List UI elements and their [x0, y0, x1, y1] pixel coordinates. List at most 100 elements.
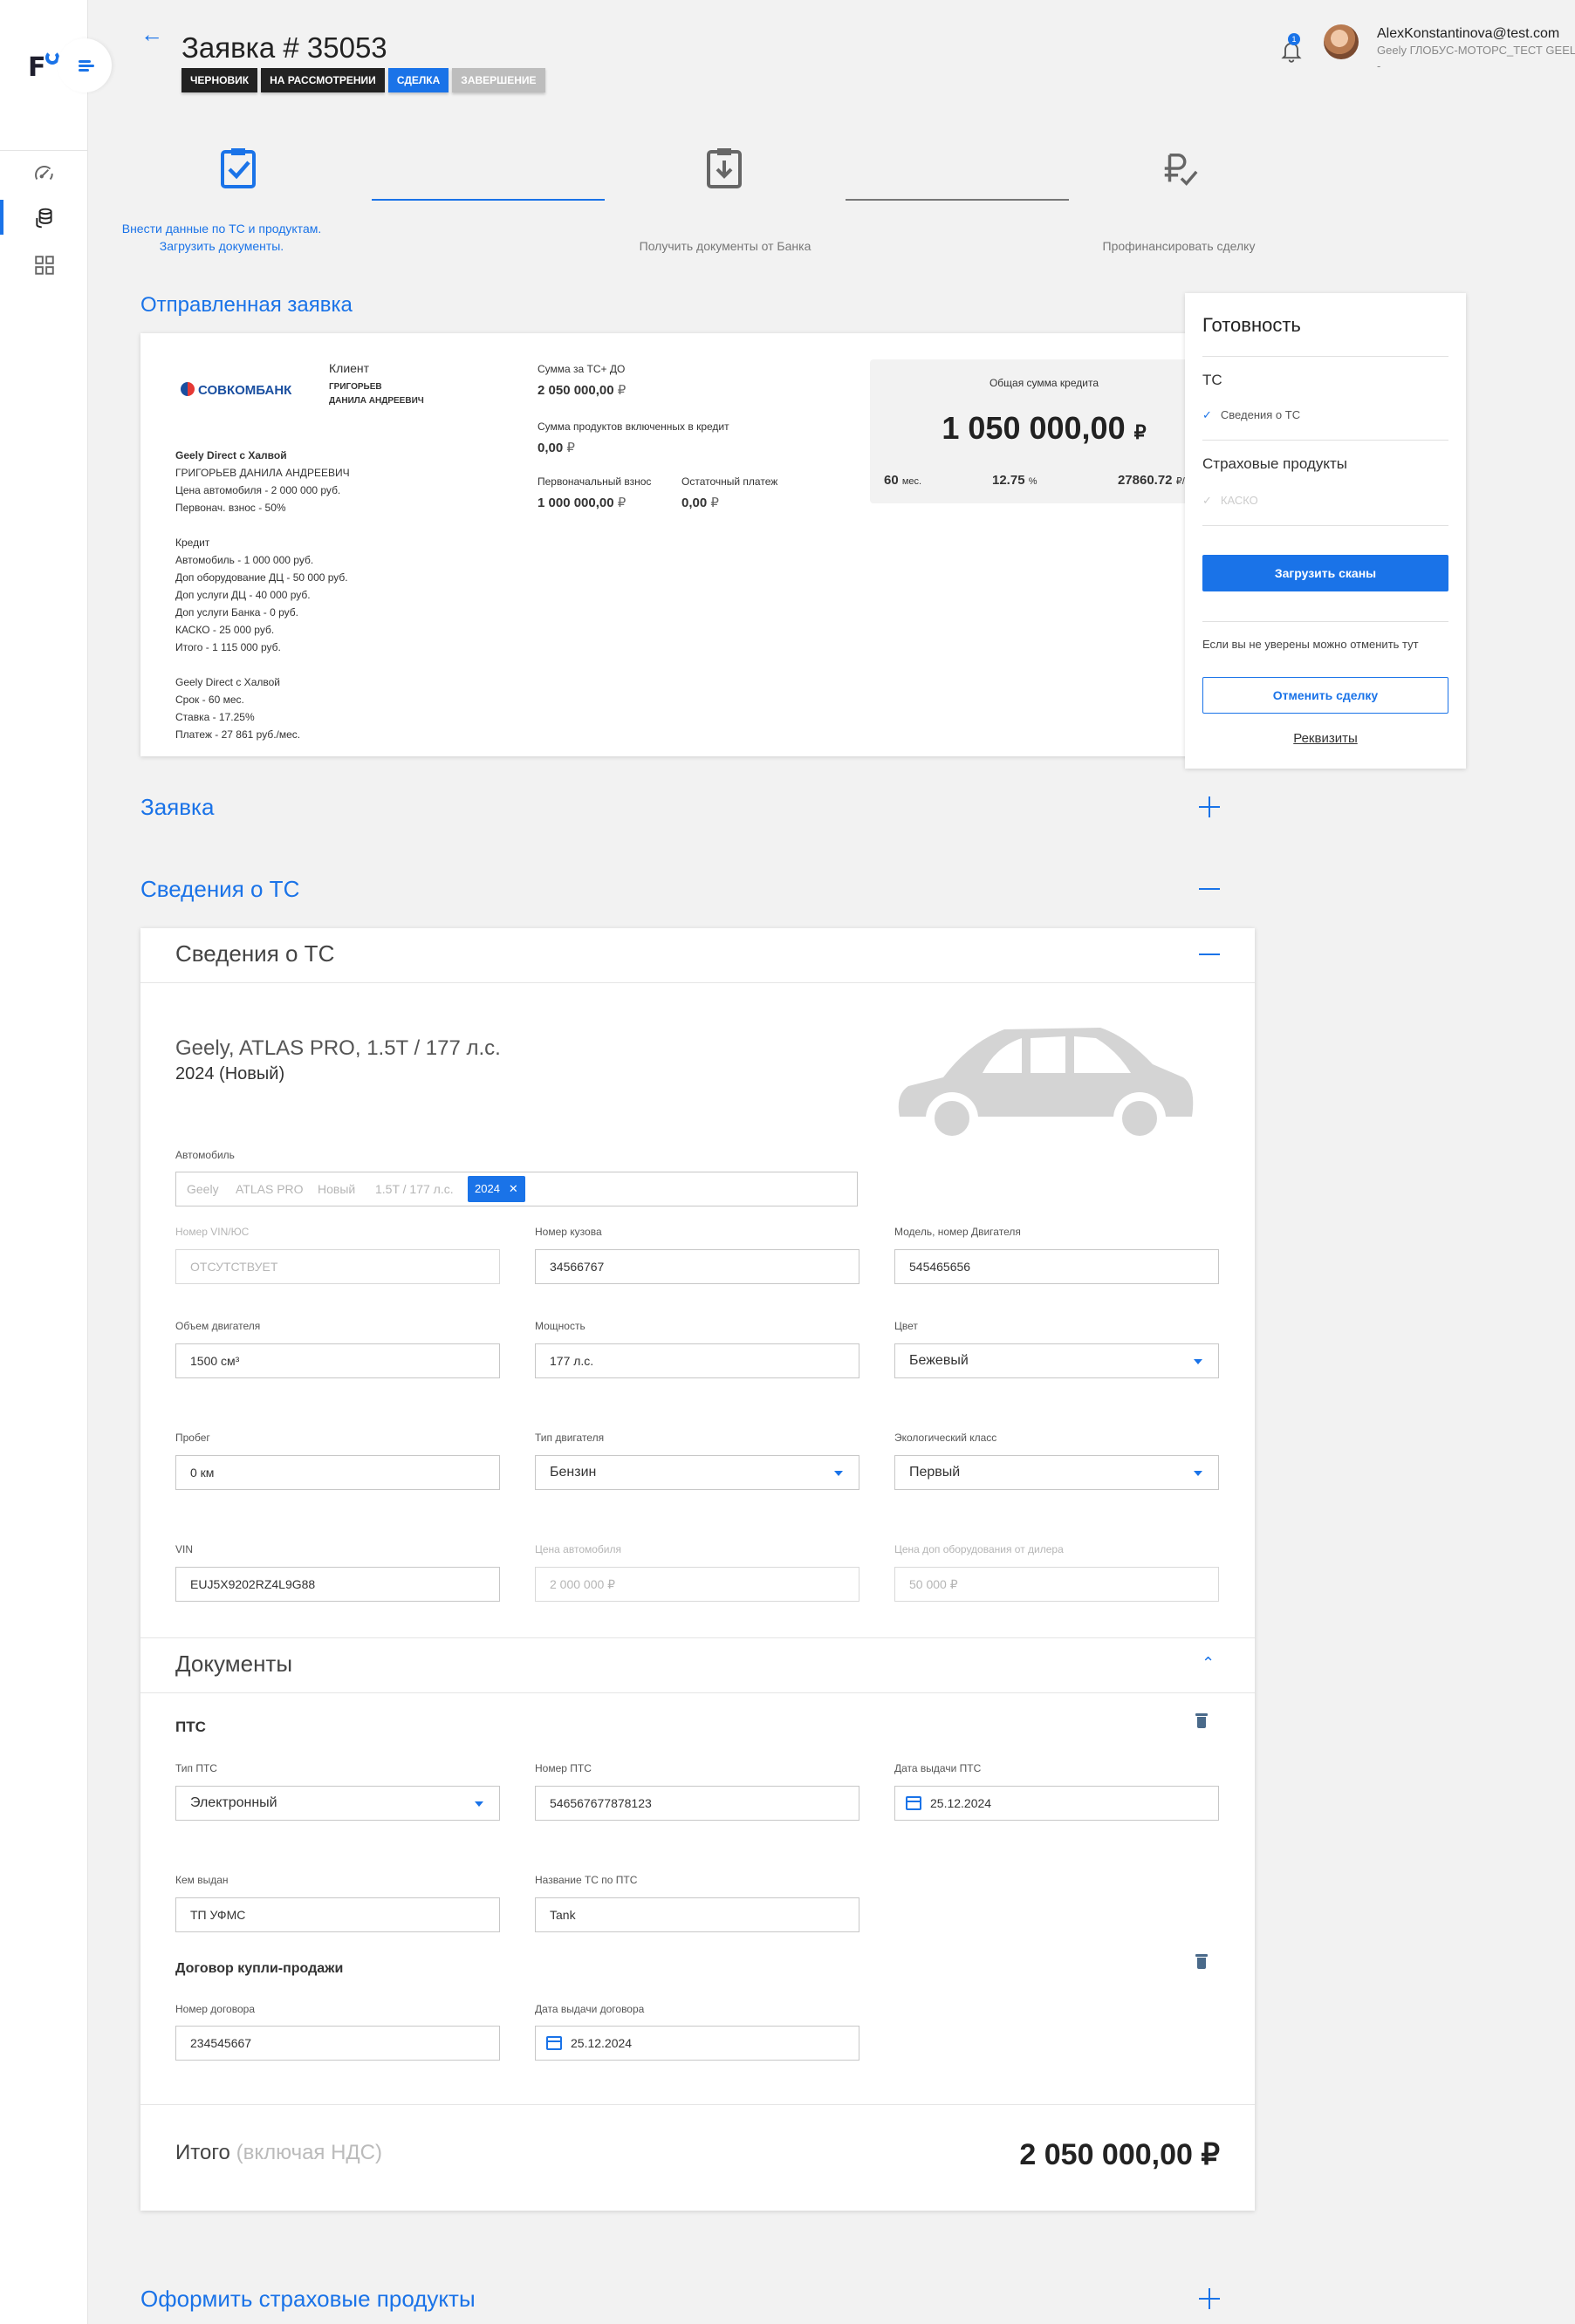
ts-name-field[interactable]: Tank: [535, 1897, 859, 1932]
status-badge-draft: Черновик: [181, 68, 258, 92]
collapse-vehicle-icon[interactable]: [1199, 878, 1220, 899]
requisites-link[interactable]: Реквизиты: [1185, 731, 1466, 746]
vehicle-card: Сведения о ТС Geely, ATLAS PRO, 1.5T / 1…: [140, 928, 1255, 2211]
offer-detail-line: [175, 516, 437, 534]
pts-type-select[interactable]: Электронный: [175, 1786, 500, 1821]
contract-number-label: Номер договора: [175, 2003, 255, 2015]
step-2: Получить документы от Банка: [620, 237, 830, 255]
contract-number-field[interactable]: 234545667: [175, 2026, 500, 2061]
power-label: Мощность: [535, 1320, 585, 1332]
dealer-equipment-label: Цена доп оборудования от дилера: [894, 1543, 1064, 1555]
cancel-hint: Если вы не уверены можно отменить тут: [1202, 638, 1419, 651]
pts-number-field[interactable]: 546567677878123: [535, 1786, 859, 1821]
body-number-field[interactable]: 34566767: [535, 1249, 859, 1284]
vin-body-field: ОТСУТСТВУЕТ: [175, 1249, 500, 1284]
section-title-insurance[interactable]: Оформить страховые продукты: [140, 2286, 476, 2313]
pts-date-field[interactable]: 25.12.2024: [894, 1786, 1219, 1821]
contract-title: Договор купли-продажи: [175, 1961, 344, 1976]
power-field[interactable]: 177 л.с.: [535, 1343, 859, 1378]
credit-summary-box: Общая сумма кредита 1 050 000,00 ₽ 60 ме…: [870, 359, 1218, 503]
offer-detail-line: Срок - 60 мес.: [175, 694, 244, 706]
car-price-field: 2 000 000 ₽: [535, 1567, 859, 1602]
ts-name-label: Название ТС по ПТС: [535, 1874, 638, 1886]
auto-chip-condition: Новый: [318, 1182, 356, 1196]
color-select[interactable]: Бежевый: [894, 1343, 1219, 1378]
section-title-application[interactable]: Заявка: [140, 794, 214, 821]
color-label: Цвет: [894, 1320, 918, 1332]
sent-application-card: СОВКОМБАНК Клиент ГРИГОРЬЕВ ДАНИЛА АНДРЕ…: [140, 333, 1255, 756]
auto-chip-model: ATLAS PRO: [236, 1182, 304, 1196]
readiness-panel: Готовность ТС ✓ Сведения о ТС Страховые п…: [1185, 293, 1466, 769]
client-name-2: ДАНИЛА АНДРЕЕВИЧ: [329, 396, 424, 406]
issued-by-label: Кем выдан: [175, 1874, 229, 1886]
engine-volume-label: Объем двигателя: [175, 1320, 261, 1332]
step-3: Профинансировать сделку: [1074, 237, 1284, 255]
speedometer-icon[interactable]: [33, 162, 56, 185]
back-arrow-icon[interactable]: ←: [140, 21, 163, 48]
bank-logo-icon: [181, 382, 195, 396]
user-organization: Geely ГЛОБУС-МОТОРС_ТЕСТ GEELY: [1377, 44, 1575, 57]
vin-field[interactable]: EUJ5X9202RZ4L9G88: [175, 1567, 500, 1602]
sum-products-label: Сумма продуктов включенных в кредит: [538, 420, 729, 433]
offer-detail-line: Geely Direct с Халвой: [175, 676, 280, 688]
readiness-ts-title: ТС: [1202, 372, 1222, 388]
calendar-icon[interactable]: [546, 2036, 562, 2050]
offer-detail-line: Автомобиль - 1 000 000 руб.: [175, 554, 314, 566]
step-1-label-line2: Загрузить документы.: [159, 239, 284, 253]
pts-date-label: Дата выдачи ПТС: [894, 1762, 982, 1774]
page-title: Заявка # 35053: [181, 31, 387, 64]
chevron-down-icon: [475, 1801, 483, 1807]
expand-insurance-icon[interactable]: [1199, 2288, 1220, 2309]
calendar-icon[interactable]: [906, 1796, 921, 1810]
auto-selector[interactable]: Geely ATLAS PRO Новый 1.5T / 177 л.с. 20…: [175, 1172, 858, 1206]
trash-icon[interactable]: [1195, 1954, 1208, 1970]
remove-chip-icon[interactable]: ✕: [509, 1182, 518, 1195]
sum-ts-value: 2 050 000,00 ₽: [538, 383, 627, 398]
down-payment-value: 1 000 000,00 ₽: [538, 496, 627, 510]
coins-icon[interactable]: [33, 207, 56, 229]
status-badge-review: На рассмотрении: [261, 68, 385, 92]
collapse-vehicle-card-icon[interactable]: [1199, 944, 1220, 965]
grid-icon[interactable]: [33, 254, 56, 277]
eco-class-select[interactable]: Первый: [894, 1455, 1219, 1490]
down-payment-label: Первоначальный взнос: [538, 475, 652, 488]
engine-type-label: Тип двигателя: [535, 1432, 605, 1444]
offer-detail-line: Доп услуги Банка - 0 руб.: [175, 606, 298, 619]
car-silhouette-icon: [898, 1028, 1194, 1145]
progress-steps: Внести данные по ТС и продуктам. Загрузи…: [88, 140, 1275, 262]
issued-by-field[interactable]: ТП УФМС: [175, 1897, 500, 1932]
offer-detail-line: Geely Direct с Халвой: [175, 449, 287, 461]
engine-type-select[interactable]: Бензин: [535, 1455, 859, 1490]
expand-application-icon[interactable]: [1199, 796, 1220, 817]
status-badge-completion: Завершение: [452, 68, 545, 92]
total-label: Итого (включая НДС): [175, 2141, 382, 2164]
engine-volume-field[interactable]: 1500 см³: [175, 1343, 500, 1378]
notification-count-badge: 1: [1288, 33, 1300, 45]
contract-date-label: Дата выдачи договора: [535, 2003, 645, 2015]
sidebar: F: [0, 0, 112, 2324]
user-email: AlexKonstantinova@test.com: [1377, 26, 1560, 41]
auto-chip-year-selected[interactable]: 2024 ✕: [468, 1176, 525, 1202]
residual-value: 0,00 ₽: [681, 496, 719, 510]
offer-detail-line: Доп оборудование ДЦ - 50 000 руб.: [175, 571, 348, 584]
residual-label: Остаточный платеж: [681, 475, 778, 488]
status-badges: Черновик На рассмотрении Сделка Завершен…: [181, 68, 545, 92]
trash-icon[interactable]: [1195, 1713, 1208, 1729]
cancel-deal-button[interactable]: Отменить сделку: [1202, 677, 1448, 714]
dealer-equipment-field: 50 000 ₽: [894, 1567, 1219, 1602]
clipboard-check-icon: [221, 148, 256, 188]
step-2-label: Получить документы от Банка: [639, 239, 811, 253]
sidebar-active-indicator: [0, 200, 3, 235]
car-price-label: Цена автомобиля: [535, 1543, 622, 1555]
auto-chip-brand: Geely: [187, 1182, 219, 1196]
chevron-up-icon[interactable]: ⌄: [1202, 1652, 1215, 1671]
section-title-vehicle[interactable]: Сведения о ТС: [140, 876, 299, 903]
offer-detail-line: Первонач. взнос - 50%: [175, 502, 286, 514]
contract-date-field[interactable]: 25.12.2024: [535, 2026, 859, 2061]
upload-scans-button[interactable]: Загрузить сканы: [1202, 555, 1448, 591]
documents-title: Документы: [175, 1651, 293, 1677]
mileage-field[interactable]: 0 км: [175, 1455, 500, 1490]
engine-model-field[interactable]: 545465656: [894, 1249, 1219, 1284]
avatar[interactable]: [1324, 24, 1359, 59]
readiness-insurance-title: Страховые продукты: [1202, 455, 1347, 472]
